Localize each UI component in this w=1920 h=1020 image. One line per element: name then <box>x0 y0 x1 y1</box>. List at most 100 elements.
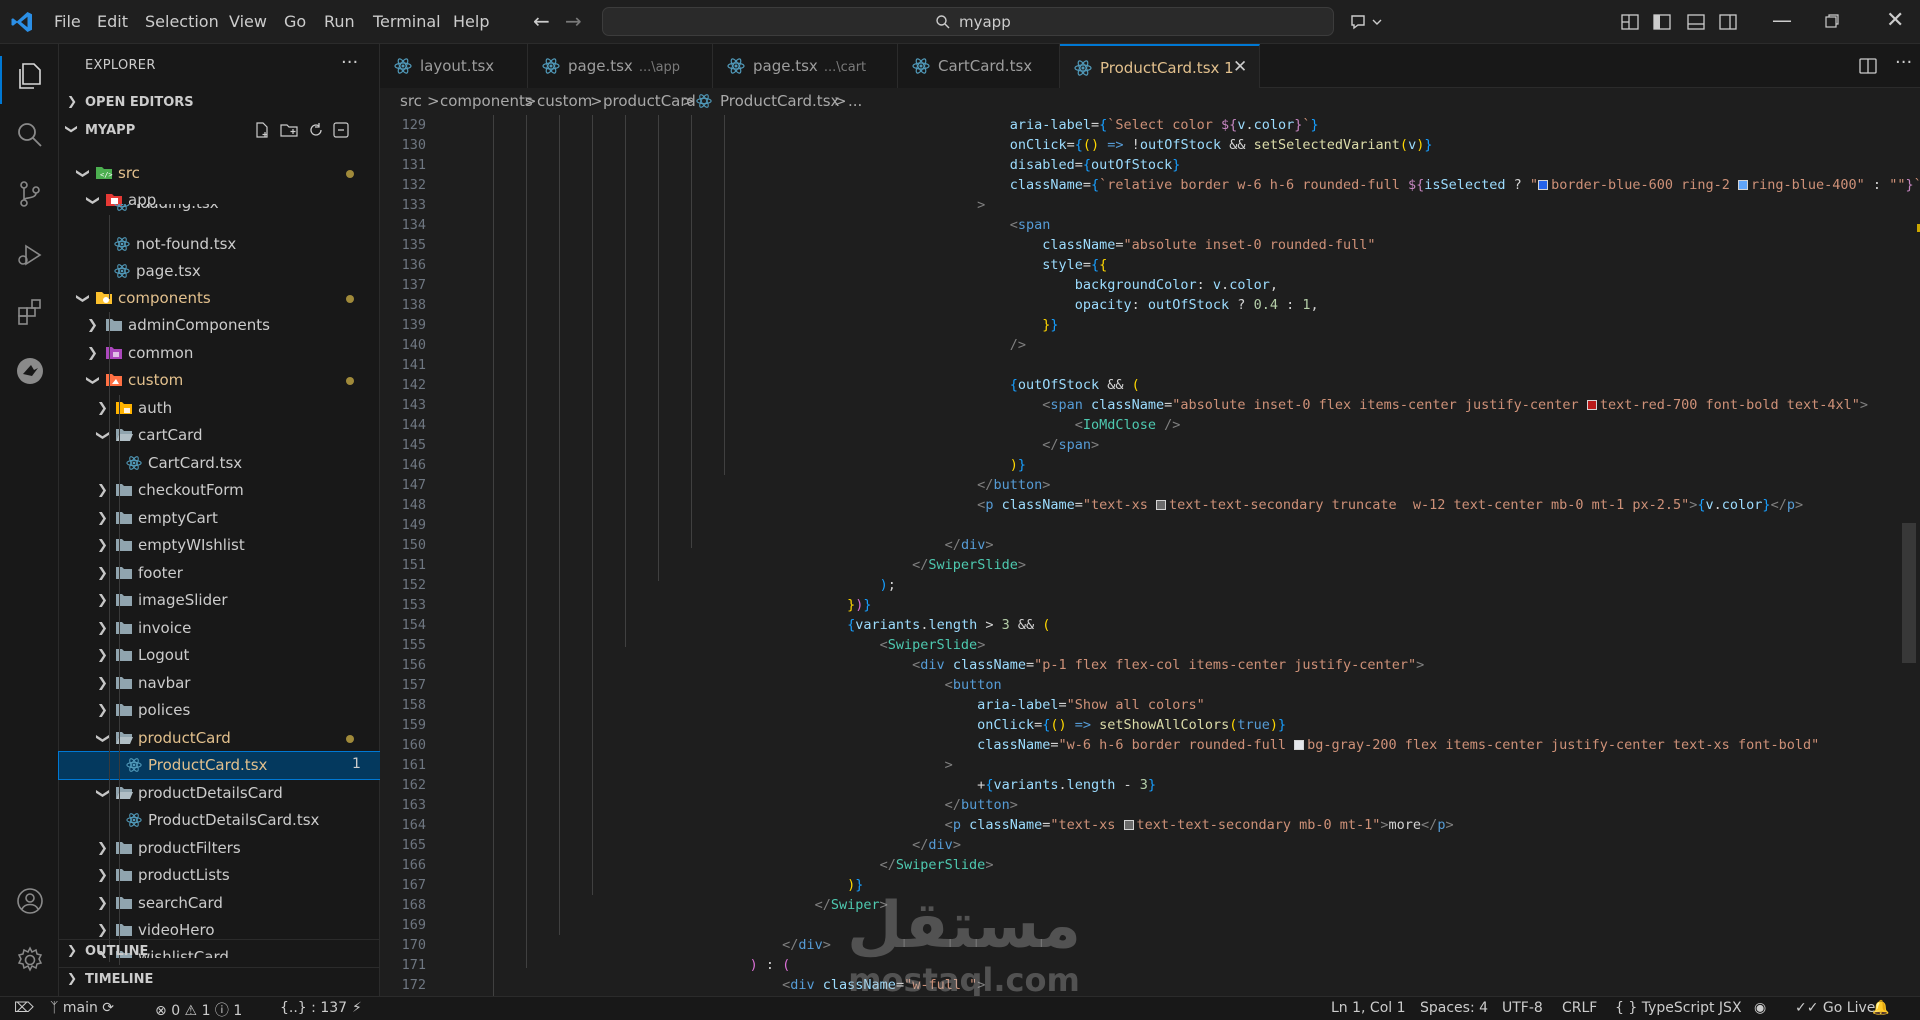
tab-page-tsx-app[interactable]: page.tsx ...\app <box>528 44 713 88</box>
title-bar: File Edit Selection View Go Run Terminal… <box>0 0 1920 44</box>
tree-item[interactable]: page.tsx <box>59 258 380 285</box>
tree-item[interactable]: ❯ productFilters <box>59 835 380 862</box>
menu-help[interactable]: Help <box>453 12 489 31</box>
breadcrumb-components[interactable]: components <box>440 92 533 110</box>
toggle-primary-sidebar-icon[interactable] <box>1652 12 1672 32</box>
code-editor[interactable]: 129 130 131 132 133 134 135 136 137 138 139 140 141 1… <box>380 115 1920 996</box>
tree-item[interactable]: ❯ adminComponents <box>59 312 380 339</box>
copilot-chat-icon[interactable] <box>1349 12 1383 32</box>
chevron-right-icon: ❯ <box>97 538 108 553</box>
minimize-icon[interactable]: — <box>1772 8 1792 32</box>
tree-item[interactable]: ❯ productDetailsCard <box>59 780 380 807</box>
accounts-icon[interactable] <box>14 885 46 917</box>
back-arrow-icon[interactable]: ← <box>533 9 550 33</box>
more-actions-icon[interactable]: ··· <box>1895 52 1912 73</box>
more-actions-icon[interactable]: ··· <box>341 52 358 73</box>
menu-selection[interactable]: Selection <box>145 12 219 31</box>
toggle-panel-icon[interactable] <box>1686 12 1706 32</box>
tree-item[interactable]: ❯ searchCard <box>59 890 380 917</box>
tree-item[interactable]: CartCard.tsx <box>59 450 380 477</box>
cursor-position[interactable]: Ln 1, Col 1 <box>1331 1000 1406 1016</box>
modified-dot <box>346 295 354 303</box>
code-line: {variants.length > 3 && ( <box>847 617 1051 633</box>
symbol-lines[interactable]: {..} : 137 <box>280 1000 347 1016</box>
search-view-icon[interactable] <box>14 119 46 151</box>
tree-item[interactable]: ProductDetailsCard.tsx <box>59 807 380 834</box>
breadcrumb-file[interactable]: ProductCard.tsx <box>720 92 839 110</box>
close-tab-icon[interactable]: ✕ <box>1233 57 1247 77</box>
restore-icon[interactable] <box>1824 13 1840 29</box>
customize-layout-icon[interactable] <box>1620 12 1640 32</box>
tab-cartcard-tsx[interactable]: CartCard.tsx <box>898 44 1060 88</box>
new-file-icon[interactable] <box>253 121 271 139</box>
tree-item[interactable]: ❯ footer <box>59 560 380 587</box>
language-mode[interactable]: { } TypeScript JSX <box>1615 1000 1742 1016</box>
open-editors-header[interactable]: ❯ OPEN EDITORS <box>59 91 380 113</box>
tree-item[interactable]: ❯ cartCard <box>59 422 380 449</box>
tree-item[interactable]: ❯ custom <box>59 367 380 394</box>
go-live-button[interactable]: ✓✓ Go Live <box>1795 1000 1875 1016</box>
breadcrumb-custom[interactable]: custom <box>537 92 592 110</box>
branch-status[interactable]: ᛉ main ⟳ <box>50 1000 114 1016</box>
folder-icon <box>115 702 133 718</box>
tree-item[interactable]: ❯ imageSlider <box>59 587 380 614</box>
tab-layout-tsx[interactable]: layout.tsx <box>380 44 528 88</box>
tree-item[interactable]: ❯ polices <box>59 697 380 724</box>
split-editor-icon[interactable] <box>1858 56 1878 76</box>
notifications-bell-icon[interactable]: 🔔 <box>1872 1000 1889 1016</box>
tree-item[interactable]: ❯ emptyWIshlist <box>59 532 380 559</box>
tree-item[interactable]: ❯ </> src <box>59 160 380 187</box>
menu-run[interactable]: Run <box>324 12 355 31</box>
tree-item[interactable]: ❯ productCard <box>59 725 380 752</box>
tree-item[interactable]: ❯ invoice <box>59 615 380 642</box>
remote-explorer-icon[interactable] <box>14 355 46 387</box>
command-center-search[interactable]: myapp <box>602 7 1334 36</box>
outline-header[interactable]: ❯ OUTLINE <box>59 939 380 961</box>
lightning-icon[interactable]: ⚡ <box>352 1000 362 1016</box>
remote-indicator-icon[interactable]: ⌦ <box>14 1000 34 1016</box>
tree-item[interactable]: ProductCard.tsx 1 <box>58 751 381 780</box>
tree-item[interactable]: ❯ common <box>59 340 380 367</box>
tree-item[interactable]: ❯ navbar <box>59 670 380 697</box>
end-of-line[interactable]: CRLF <box>1562 1000 1597 1016</box>
problems-status[interactable]: ⊗ 0 ⚠ 1 ⓘ 1 <box>155 1000 242 1020</box>
tree-item[interactable]: ❯ components <box>59 285 380 312</box>
menu-view[interactable]: View <box>229 12 267 31</box>
extensions-icon[interactable] <box>14 296 46 328</box>
settings-gear-icon[interactable] <box>14 944 46 976</box>
run-debug-icon[interactable] <box>14 238 46 270</box>
close-window-icon[interactable]: ✕ <box>1886 8 1904 33</box>
tree-item[interactable]: ❯ productLists <box>59 862 380 889</box>
breadcrumb-src[interactable]: src <box>400 92 422 110</box>
tree-item[interactable]: ❯ emptyCart <box>59 505 380 532</box>
menu-go[interactable]: Go <box>284 12 306 31</box>
source-control-icon[interactable] <box>14 178 46 210</box>
menu-edit[interactable]: Edit <box>97 12 128 31</box>
workspace-header[interactable]: ❯ MYAPP <box>59 119 380 141</box>
tab-productcard-tsx[interactable]: ProductCard.tsx 1 ✕ <box>1060 44 1260 88</box>
tree-item[interactable]: ❯ Logout <box>59 642 380 669</box>
forward-arrow-icon[interactable]: → <box>565 9 582 33</box>
new-folder-icon[interactable] <box>280 121 298 139</box>
explorer-icon[interactable] <box>14 60 46 92</box>
indentation[interactable]: Spaces: 4 <box>1420 1000 1488 1016</box>
tree-item[interactable]: not-found.tsx <box>59 231 380 258</box>
toggle-secondary-sidebar-icon[interactable] <box>1718 12 1738 32</box>
menu-file[interactable]: File <box>54 12 81 31</box>
tree-item[interactable]: ❯ checkoutForm <box>59 477 380 504</box>
tree-item[interactable]: loading.tsx <box>59 204 380 218</box>
code-line: </Swiper> <box>814 897 888 913</box>
tab-page-tsx-cart[interactable]: page.tsx ...\cart <box>713 44 898 88</box>
menu-terminal[interactable]: Terminal <box>373 12 441 31</box>
copilot-icon[interactable]: ◉ <box>1754 1000 1766 1016</box>
encoding[interactable]: UTF-8 <box>1502 1000 1543 1016</box>
refresh-icon[interactable] <box>307 121 325 139</box>
breadcrumb-separator: > <box>590 92 603 110</box>
vertical-scrollbar-thumb[interactable] <box>1902 523 1916 663</box>
timeline-header[interactable]: ❯ TIMELINE <box>59 967 380 989</box>
vscode-logo-icon[interactable] <box>10 10 34 34</box>
breadcrumb-symbol[interactable]: ... <box>848 92 862 110</box>
line-number: 162 <box>401 777 426 793</box>
collapse-all-icon[interactable] <box>332 121 350 139</box>
tree-item[interactable]: ❯ auth <box>59 395 380 422</box>
